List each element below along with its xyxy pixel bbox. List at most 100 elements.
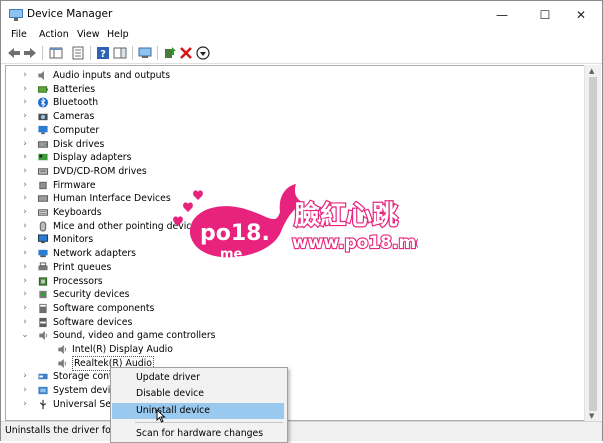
speaker-icon: [38, 70, 44, 81]
expand-chevron-icon[interactable]: ›: [21, 289, 29, 299]
tree-category-item[interactable]: › Software devices: [6, 316, 582, 330]
tree-child-item[interactable]: Realtek(R) Audio: [6, 355, 582, 371]
camera-icon: [38, 113, 48, 121]
uninstall-device-icon[interactable]: [179, 46, 193, 60]
expand-chevron-icon[interactable]: ›: [21, 276, 29, 286]
security-icon: [39, 291, 47, 299]
watermark-logo-text: po18.: [200, 221, 270, 246]
action-pane-icon[interactable]: [113, 46, 127, 60]
mouse-pointer-icon: [156, 409, 166, 423]
tree-category-item[interactable]: › Security devices: [6, 288, 582, 302]
tree-item-label: Network adapters: [53, 248, 137, 260]
tree-item-label: Disk drives: [53, 138, 105, 150]
collapse-chevron-icon[interactable]: ⌄: [21, 330, 29, 340]
tree-item-label: Computer: [53, 124, 100, 136]
context-update-driver[interactable]: Update driver: [112, 370, 284, 386]
scroll-down-icon[interactable]: ▼: [589, 412, 594, 420]
close-button[interactable]: ✕: [561, 1, 601, 29]
tree-item-label: Security devices: [53, 289, 130, 301]
firmware-icon: [39, 181, 47, 189]
expand-chevron-icon[interactable]: ›: [21, 371, 29, 381]
menu-help[interactable]: Help: [107, 29, 129, 40]
expand-chevron-icon[interactable]: ›: [21, 97, 29, 107]
sound-icon: [58, 358, 67, 368]
properties-icon[interactable]: [71, 46, 85, 60]
toolbar-separator: [42, 46, 43, 60]
expand-chevron-icon[interactable]: ›: [21, 111, 29, 121]
scroll-up-icon[interactable]: ▲: [589, 67, 594, 75]
expand-chevron-icon[interactable]: ›: [21, 139, 29, 149]
expand-chevron-icon[interactable]: ›: [21, 399, 29, 409]
tree-category-item[interactable]: › Batteries: [6, 83, 582, 97]
expand-chevron-icon[interactable]: ›: [21, 84, 29, 94]
menu-file[interactable]: File: [11, 29, 27, 40]
tree-category-item[interactable]: › Processors: [6, 275, 582, 289]
tree-category-item[interactable]: › Computer: [6, 124, 582, 138]
tree-item-label: Firmware: [53, 179, 96, 191]
expand-chevron-icon[interactable]: ›: [21, 166, 29, 176]
tree-category-item[interactable]: › DVD/CD-ROM drives: [6, 165, 582, 179]
expand-chevron-icon[interactable]: ›: [21, 193, 29, 203]
expand-chevron-icon[interactable]: ›: [21, 385, 29, 395]
expand-chevron-icon[interactable]: ›: [21, 303, 29, 313]
maximize-button[interactable]: ☐: [525, 1, 565, 29]
update-driver-icon[interactable]: [163, 46, 177, 60]
expand-chevron-icon[interactable]: ›: [21, 180, 29, 190]
tree-category-item[interactable]: › Print queues: [6, 261, 582, 275]
enable-device-icon[interactable]: [196, 46, 210, 60]
status-bar: Uninstalls the driver for th: [1, 421, 602, 441]
show-hide-console-tree-icon[interactable]: [49, 46, 63, 60]
context-uninstall-device[interactable]: Uninstall device: [112, 403, 284, 419]
svg-text:?: ?: [100, 49, 106, 60]
battery-icon: [37, 85, 49, 93]
tree-category-item[interactable]: › Audio inputs and outputs: [6, 69, 582, 83]
tree-category-item[interactable]: › Software components: [6, 302, 582, 316]
tree-child-item[interactable]: Intel(R) Display Audio: [6, 343, 582, 357]
dvd-icon: [37, 168, 49, 175]
menu-bar: File Action View Help: [1, 29, 602, 43]
disk-icon: [37, 140, 49, 148]
vertical-scrollbar[interactable]: ▲ ▼: [584, 65, 601, 421]
expand-chevron-icon[interactable]: ›: [21, 207, 29, 217]
tree-category-item[interactable]: › Display adapters: [6, 151, 582, 165]
tree-item-label: Cameras: [53, 111, 95, 123]
scrollbar-thumb[interactable]: [589, 77, 597, 411]
tree-category-item[interactable]: › Universal Seria: [6, 398, 582, 412]
toolbar-separator: [90, 46, 91, 60]
forward-arrow-icon[interactable]: [23, 46, 37, 60]
software-device-icon: [39, 317, 47, 327]
tree-category-item[interactable]: › Bluetooth: [6, 96, 582, 110]
context-scan-hardware[interactable]: Scan for hardware changes: [112, 426, 284, 442]
toolbar-separator: [157, 46, 158, 60]
expand-chevron-icon[interactable]: ›: [21, 248, 29, 258]
minimize-button[interactable]: —: [482, 1, 522, 29]
tree-category-item[interactable]: ⌄ Sound, video and game controllers: [6, 329, 582, 343]
expand-chevron-icon[interactable]: ›: [21, 125, 29, 135]
back-arrow-icon[interactable]: [7, 46, 21, 60]
context-item-label: Scan for hardware changes: [136, 428, 264, 439]
expand-chevron-icon[interactable]: ›: [21, 317, 29, 327]
software-component-icon: [39, 303, 47, 313]
expand-chevron-icon[interactable]: ›: [21, 262, 29, 272]
expand-chevron-icon[interactable]: ›: [21, 70, 29, 80]
expand-chevron-icon[interactable]: ›: [21, 221, 29, 231]
usb-icon: [39, 399, 47, 409]
display-adapter-icon: [38, 154, 48, 161]
expand-chevron-icon[interactable]: ›: [21, 234, 29, 244]
window-title: Device Manager: [27, 8, 113, 20]
title-bar: Device Manager — ☐ ✕: [1, 1, 602, 29]
tree-category-item[interactable]: › System device: [6, 384, 582, 398]
tree-item-label: DVD/CD-ROM drives: [53, 165, 147, 177]
toolbar: ?: [1, 43, 602, 64]
system-icon: [38, 386, 48, 395]
context-disable-device[interactable]: Disable device: [112, 386, 284, 402]
menu-action[interactable]: Action: [39, 29, 69, 40]
tree-category-item[interactable]: › Storage contro: [6, 370, 582, 384]
tree-category-item[interactable]: › Cameras: [6, 110, 582, 124]
expand-chevron-icon[interactable]: ›: [21, 152, 29, 162]
scan-hardware-icon[interactable]: [138, 46, 152, 60]
menu-view[interactable]: View: [77, 29, 100, 40]
help-icon[interactable]: ?: [96, 46, 110, 60]
tree-category-item[interactable]: › Disk drives: [6, 138, 582, 152]
tree-item-label: Monitors: [53, 234, 94, 246]
